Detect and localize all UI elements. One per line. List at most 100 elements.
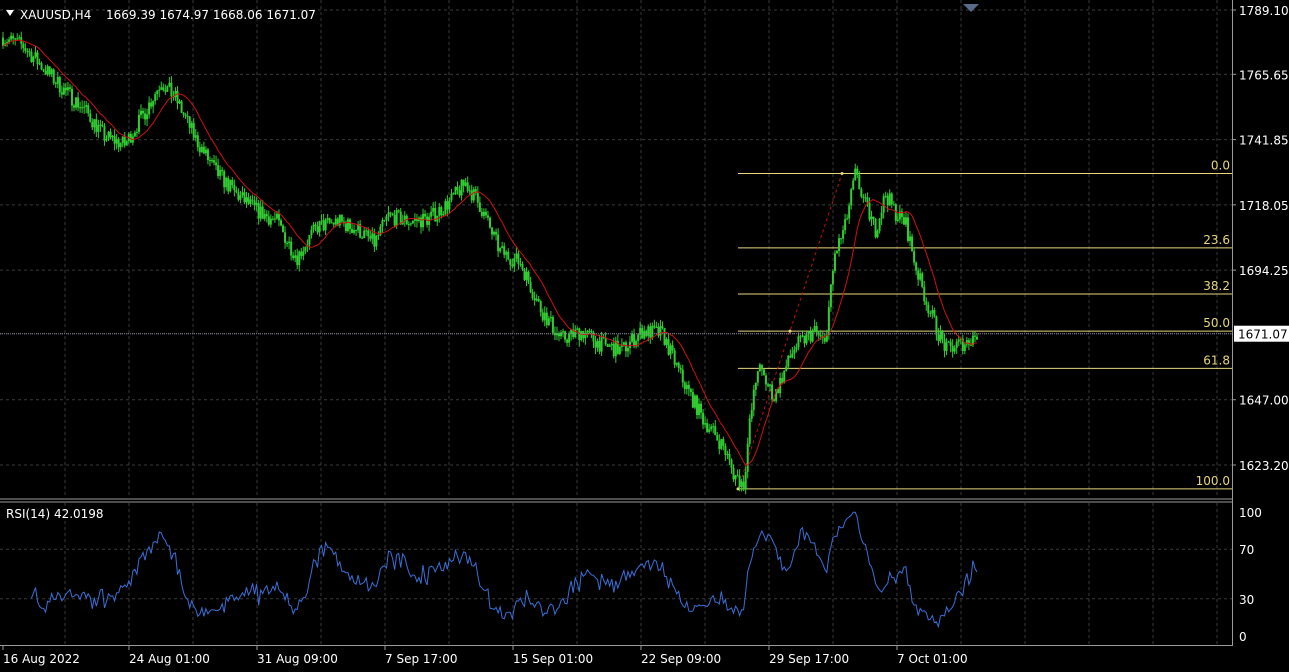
candle-body xyxy=(353,230,356,233)
candle-body xyxy=(791,353,794,358)
candle-body xyxy=(647,326,650,336)
candle-body xyxy=(957,339,960,342)
candle-body xyxy=(722,439,725,446)
candle-body xyxy=(811,331,814,342)
candle-body xyxy=(351,228,354,233)
candle-body xyxy=(16,38,19,40)
candle-body xyxy=(162,87,165,91)
candle-body xyxy=(685,384,688,390)
candle-body xyxy=(200,146,203,153)
chart-window[interactable]: 0.0 23.6 38.2 50.0 61.8 100.0 1789.10 1765.65 1… xyxy=(0,0,1289,672)
time-tick-label: 31 Aug 09:00 xyxy=(257,652,338,666)
candle-body xyxy=(608,345,611,347)
candle-body xyxy=(716,435,719,441)
candle-body xyxy=(282,225,285,233)
candle-body xyxy=(848,205,851,219)
candle-body xyxy=(673,350,676,365)
candle-body xyxy=(921,273,924,287)
candle-body xyxy=(560,332,563,337)
candle-body xyxy=(547,318,550,326)
candle-body xyxy=(641,327,644,339)
candle-body xyxy=(939,331,942,341)
candle-body xyxy=(728,453,731,460)
price-tick-label: 1623.20 xyxy=(1239,459,1289,473)
candle-body xyxy=(580,330,583,340)
candle-body xyxy=(137,114,140,132)
candle-body xyxy=(943,339,946,351)
candle-body xyxy=(752,389,755,410)
price-tick-label: 1647.00 xyxy=(1239,394,1289,408)
candle-body xyxy=(77,97,80,108)
fib-level-label: 100.0 xyxy=(1196,474,1230,488)
candle-body xyxy=(545,312,548,326)
candle-body xyxy=(460,179,463,196)
candle-body xyxy=(148,102,151,115)
candle-body xyxy=(34,52,37,57)
current-price-tag: 1671.07 xyxy=(1234,325,1289,342)
candle-body xyxy=(501,246,504,249)
candle-body xyxy=(263,213,266,219)
candle-body xyxy=(754,382,757,390)
candle-body xyxy=(838,238,841,252)
candle-body xyxy=(633,334,636,347)
candle-body xyxy=(726,453,729,455)
candle-body xyxy=(892,204,895,206)
fib-anchor-point xyxy=(840,171,844,175)
candle-body xyxy=(300,251,303,256)
candle-body xyxy=(844,219,847,231)
candle-body xyxy=(202,146,205,154)
candle-body xyxy=(724,445,727,455)
candle-body xyxy=(125,141,128,146)
candle-body xyxy=(655,326,658,328)
candle-body xyxy=(363,230,366,239)
fib-level-label: 38.2 xyxy=(1203,279,1230,293)
ohlc-values: 1669.39 1674.97 1668.06 1671.07 xyxy=(106,8,316,22)
candle-body xyxy=(101,124,104,127)
candle-body xyxy=(842,230,845,239)
candle-body xyxy=(196,135,199,148)
candle-body xyxy=(643,330,646,339)
time-tick-label: 7 Oct 01:00 xyxy=(897,652,968,666)
candle-body xyxy=(58,77,61,93)
candle-body xyxy=(612,343,615,357)
candle-body xyxy=(509,259,512,265)
candle-body xyxy=(444,201,447,214)
candle-body xyxy=(452,193,455,195)
candle-body xyxy=(261,206,264,219)
candle-body xyxy=(862,196,865,198)
candle-body xyxy=(947,341,950,343)
fib-anchor-point xyxy=(736,487,740,491)
candle-body xyxy=(551,317,554,333)
candle-body xyxy=(229,179,232,192)
candle-body xyxy=(95,119,98,132)
candle-body xyxy=(913,251,916,263)
candle-body xyxy=(188,116,191,128)
candle-body xyxy=(746,443,749,472)
candle-body xyxy=(12,35,15,39)
candle-body xyxy=(271,218,274,220)
candle-body xyxy=(503,246,506,255)
candle-body xyxy=(929,313,932,315)
fib-level-label: 0.0 xyxy=(1211,158,1230,172)
candle-body xyxy=(286,243,289,245)
candle-body xyxy=(235,190,238,193)
price-tick-label: 1789.10 xyxy=(1239,4,1289,18)
candle-body xyxy=(750,409,753,419)
candle-body xyxy=(809,331,812,342)
candle-body xyxy=(850,189,853,206)
candle-body xyxy=(334,218,337,225)
symbol-header[interactable]: XAUUSD,H4 1669.39 1674.97 1668.06 1671.0… xyxy=(6,8,316,22)
candle-body xyxy=(93,119,96,128)
candle-body xyxy=(720,439,723,449)
candle-body xyxy=(32,56,35,62)
candle-body xyxy=(318,221,321,233)
candle-body xyxy=(160,87,163,90)
candle-body xyxy=(36,52,39,64)
candle-body xyxy=(377,234,380,236)
candle-body xyxy=(365,230,368,232)
candle-body xyxy=(854,168,857,181)
candle-body xyxy=(663,327,666,345)
candle-body xyxy=(371,233,374,239)
candle-body xyxy=(941,331,944,340)
candle-body xyxy=(846,218,849,220)
